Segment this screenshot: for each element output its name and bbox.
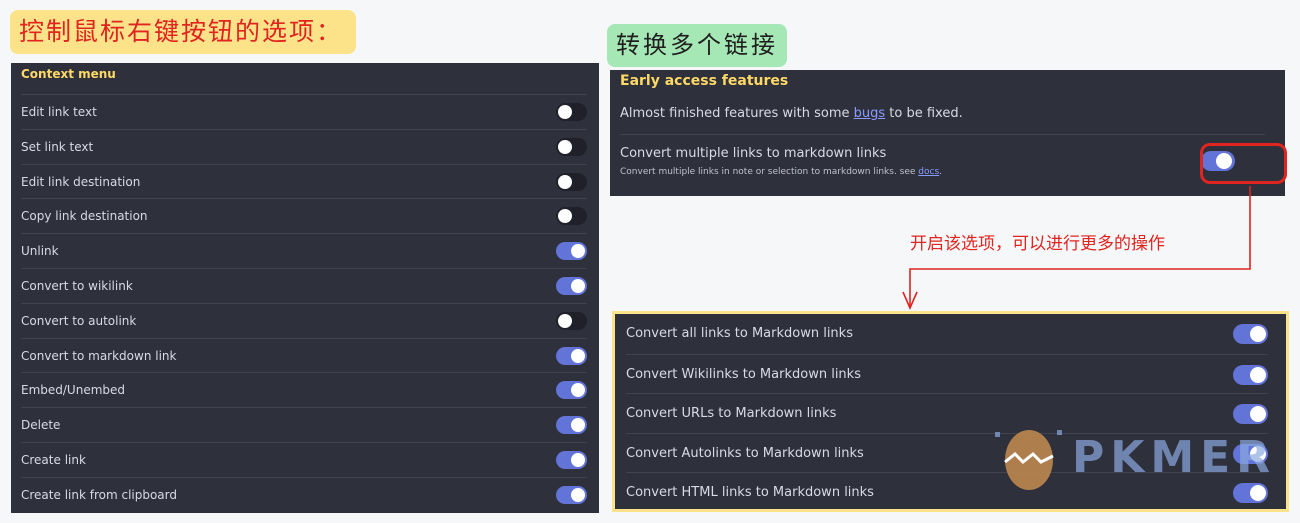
bugs-link[interactable]: bugs (854, 106, 886, 121)
context-option-row: Edit link text (21, 94, 587, 129)
toggle-switch[interactable] (556, 138, 587, 156)
context-option-label: Create link from clipboard (21, 488, 177, 502)
toggle-switch[interactable] (556, 451, 587, 469)
toggle-switch[interactable] (556, 103, 587, 121)
early-access-title: Early access features (620, 73, 789, 89)
context-option-label: Convert to markdown link (21, 349, 177, 363)
context-option-row: Convert to autolink (21, 303, 587, 338)
toggle-knob (558, 209, 572, 223)
context-option-row: Create link from clipboard (21, 477, 587, 512)
watermark-text: PKMER (1072, 432, 1277, 483)
context-option-row: Copy link destination (21, 198, 587, 233)
toggle-switch[interactable] (556, 312, 587, 330)
early-access-panel: Early access features Almost finished fe… (610, 70, 1285, 196)
highlight-box (1200, 143, 1287, 184)
toggle-switch[interactable] (556, 207, 587, 225)
context-option-label: Embed/Unembed (21, 383, 126, 397)
convert-option-label: Convert Wikilinks to Markdown links (626, 367, 861, 382)
toggle-switch[interactable] (556, 381, 587, 399)
context-option-row: Unlink (21, 233, 587, 268)
toggle-knob (1250, 326, 1266, 342)
convert-option-row: Convert all links to Markdown links (626, 314, 1268, 354)
setting-desc-text: Convert multiple links in note or select… (620, 167, 919, 177)
docs-link[interactable]: docs (918, 167, 939, 177)
toggle-knob (571, 349, 585, 363)
annotation-right-label: 转换多个链接 (607, 24, 787, 67)
convert-option-label: Convert URLs to Markdown links (626, 406, 837, 421)
context-option-label: Unlink (21, 244, 59, 258)
context-option-row: Edit link destination (21, 164, 587, 199)
toggle-switch[interactable] (1233, 404, 1268, 424)
context-option-label: Edit link text (21, 105, 97, 119)
toggle-switch[interactable] (556, 242, 587, 260)
annotation-left-label: 控制鼠标右键按钮的选项： (10, 10, 356, 54)
context-option-label: Copy link destination (21, 209, 148, 223)
toggle-knob (571, 453, 585, 467)
toggle-knob (558, 105, 572, 119)
context-option-label: Edit link destination (21, 175, 141, 189)
toggle-switch[interactable] (1233, 324, 1268, 344)
toggle-knob (571, 488, 585, 502)
setting-description: Convert multiple links in note or select… (620, 167, 942, 177)
context-option-label: Set link text (21, 140, 94, 154)
toggle-switch[interactable] (1233, 365, 1268, 385)
context-option-row: Set link text (21, 129, 587, 164)
context-option-label: Create link (21, 453, 86, 467)
convert-option-row: Convert Wikilinks to Markdown links (626, 354, 1268, 394)
toggle-knob (571, 383, 585, 397)
pkmer-logo-icon (995, 430, 1062, 490)
context-option-label: Convert to wikilink (21, 279, 133, 293)
toggle-switch[interactable] (556, 277, 587, 295)
context-option-row: Embed/Unembed (21, 372, 587, 407)
context-option-row: Delete (21, 407, 587, 442)
toggle-knob (1250, 367, 1266, 383)
toggle-knob (1250, 406, 1266, 422)
convert-option-label: Convert all links to Markdown links (626, 326, 853, 341)
toggle-switch[interactable] (556, 347, 587, 365)
toggle-knob (558, 140, 572, 154)
toggle-switch[interactable] (556, 416, 587, 434)
toggle-knob (571, 418, 585, 432)
context-option-label: Delete (21, 418, 61, 432)
convert-option-label: Convert HTML links to Markdown links (626, 485, 874, 500)
pkmer-watermark: PKMER (995, 424, 1275, 494)
toggle-switch[interactable] (556, 486, 587, 504)
divider (620, 134, 1265, 135)
annotation-note: 开启该选项，可以进行更多的操作 (910, 234, 1165, 254)
toggle-knob (558, 175, 572, 189)
setting-desc-end: . (939, 167, 943, 177)
setting-name: Convert multiple links to markdown links (620, 146, 887, 161)
context-menu-panel: Context menu Edit link text Set link tex… (11, 63, 599, 513)
desc-text: Almost finished features with some (620, 106, 854, 121)
toggle-knob (558, 314, 572, 328)
toggle-knob (571, 279, 585, 293)
toggle-switch[interactable] (556, 173, 587, 191)
toggle-knob (571, 244, 585, 258)
context-menu-title: Context menu (21, 67, 116, 81)
convert-option-label: Convert Autolinks to Markdown links (626, 446, 864, 461)
desc-text-end: to be fixed. (885, 106, 963, 121)
context-option-label: Convert to autolink (21, 314, 137, 328)
arrow-head (902, 291, 918, 310)
context-option-row: Create link (21, 442, 587, 477)
context-option-row: Convert to markdown link (21, 338, 587, 373)
context-option-row: Convert to wikilink (21, 268, 587, 303)
early-access-description: Almost finished features with some bugs … (620, 106, 963, 121)
